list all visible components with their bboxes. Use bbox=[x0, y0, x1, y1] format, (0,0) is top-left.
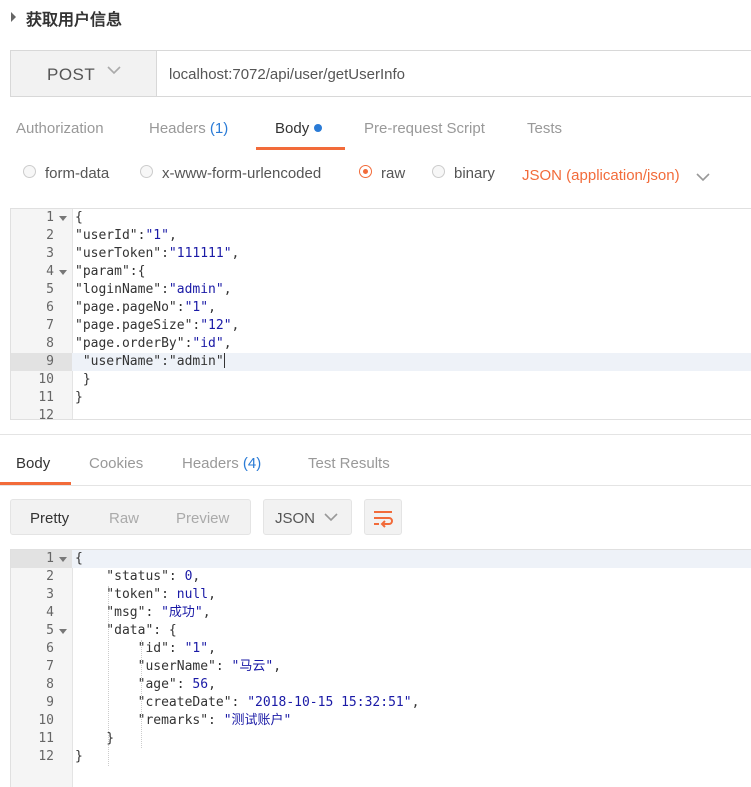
chevron-down-icon[interactable] bbox=[696, 170, 710, 184]
response-view-toggle: Pretty Raw Preview bbox=[10, 499, 251, 535]
code-line: 6 "page.pageNo":"1", bbox=[46, 300, 216, 315]
method-select[interactable]: POST bbox=[11, 51, 157, 96]
divider bbox=[0, 434, 751, 435]
code-line: 7 "page.pageSize":"12", bbox=[46, 318, 240, 333]
tab-response-body[interactable]: Body bbox=[16, 445, 50, 483]
request-title-row[interactable]: 获取用户信息 bbox=[0, 0, 751, 34]
method-label: POST bbox=[47, 65, 96, 84]
tab-count: (1) bbox=[209, 120, 229, 137]
radio-circle bbox=[140, 165, 153, 178]
radio-circle bbox=[23, 165, 36, 178]
view-raw-button[interactable]: Raw bbox=[109, 510, 139, 527]
tab-authorization[interactable]: Authorization bbox=[16, 110, 104, 148]
request-name: 获取用户信息 bbox=[26, 12, 123, 29]
code-line: 9 "createDate": "2018-10-15 15:32:51", bbox=[46, 695, 420, 710]
code-line: 5 "data": { bbox=[46, 623, 177, 638]
code-line: 7 "userName": "马云", bbox=[46, 659, 282, 674]
code-line: 11} bbox=[38, 390, 83, 405]
radio-label: raw bbox=[381, 165, 406, 182]
tab-body[interactable]: Body bbox=[275, 110, 323, 148]
fold-arrow-icon[interactable] bbox=[59, 270, 67, 275]
radio-circle bbox=[432, 165, 445, 178]
tab-label: Headers bbox=[149, 120, 206, 137]
url-bar: POST localhost:7072/api/user/getUserInfo bbox=[10, 50, 751, 97]
collapse-caret-icon[interactable] bbox=[11, 12, 16, 22]
code-line: 8 "age": 56, bbox=[46, 677, 216, 692]
code-line: 1{ bbox=[46, 210, 83, 225]
active-tab-underline bbox=[256, 147, 345, 150]
divider bbox=[0, 485, 751, 486]
view-preview-button[interactable]: Preview bbox=[176, 510, 229, 527]
tab-label: Headers bbox=[182, 455, 239, 472]
tab-label: Authorization bbox=[16, 120, 104, 137]
code-line-active: 9 "userName":"admin" bbox=[11, 353, 751, 371]
tab-test-results[interactable]: Test Results bbox=[308, 445, 390, 483]
wrap-lines-button[interactable] bbox=[364, 499, 402, 535]
tab-headers[interactable]: Headers (1) bbox=[149, 110, 228, 148]
response-tabs: Body Cookies Headers (4) Test Results bbox=[0, 445, 751, 485]
code-line: 12} bbox=[38, 749, 83, 764]
response-body-viewer[interactable]: 1{ 2 "status": 0, 3 "token": null, 4 "ms… bbox=[10, 549, 751, 787]
tab-label: Body bbox=[16, 455, 51, 472]
format-label: JSON bbox=[275, 510, 316, 527]
tab-tests[interactable]: Tests bbox=[527, 110, 562, 148]
request-body-editor[interactable]: 1{ 2 "userId":"1", 3 "userToken":"111111",… bbox=[10, 208, 751, 420]
code-line: 4 "param":{ bbox=[46, 264, 146, 279]
radio-label: binary bbox=[454, 165, 495, 182]
tab-label: Cookies bbox=[89, 455, 144, 472]
tab-label: Pre-request Script bbox=[364, 120, 485, 137]
code-line-active: 1{ bbox=[11, 550, 751, 568]
code-line: 11 } bbox=[38, 731, 115, 746]
modified-dot-icon bbox=[314, 124, 323, 132]
request-tabs: Authorization Headers (1) Body Pre-reque… bbox=[0, 110, 751, 150]
chevron-down-icon bbox=[324, 513, 338, 522]
url-text: localhost:7072/api/user/getUserInfo bbox=[169, 66, 405, 83]
code-line: 10 } bbox=[38, 372, 91, 387]
response-format-select[interactable]: JSON bbox=[263, 499, 352, 535]
fold-arrow-icon[interactable] bbox=[59, 629, 67, 634]
fold-arrow-icon[interactable] bbox=[59, 557, 67, 562]
tab-cookies[interactable]: Cookies bbox=[89, 445, 143, 483]
code-line: 3 "token": null, bbox=[46, 587, 216, 602]
tab-label: Body bbox=[275, 120, 310, 137]
tab-response-headers[interactable]: Headers (4) bbox=[182, 445, 261, 483]
tab-count: (4) bbox=[242, 455, 262, 472]
wrap-lines-icon bbox=[374, 511, 393, 528]
code-line: 8 "page.orderBy":"id", bbox=[46, 336, 232, 351]
code-line: 6 "id": "1", bbox=[46, 641, 216, 656]
view-pretty-button[interactable]: Pretty bbox=[30, 510, 69, 527]
tab-label: Test Results bbox=[308, 455, 390, 472]
code-line: 10 "remarks": "测试账户" bbox=[38, 713, 292, 728]
code-line: 2 "status": 0, bbox=[46, 569, 201, 584]
code-line: 12 bbox=[38, 408, 54, 420]
code-line: 5 "loginName":"admin", bbox=[46, 282, 232, 297]
content-type-select[interactable]: JSON (application/json) bbox=[522, 167, 680, 184]
tab-pre-request-script[interactable]: Pre-request Script bbox=[364, 110, 485, 148]
text-cursor bbox=[223, 353, 225, 368]
radio-label: form-data bbox=[45, 165, 110, 182]
code-line: 3 "userToken":"111111", bbox=[46, 246, 240, 261]
radio-circle bbox=[359, 165, 372, 178]
chevron-down-icon bbox=[107, 66, 121, 75]
tab-label: Tests bbox=[527, 120, 563, 137]
fold-arrow-icon[interactable] bbox=[59, 216, 67, 221]
code-line: 4 "msg": "成功", bbox=[46, 605, 211, 620]
code-line: 2 "userId":"1", bbox=[46, 228, 177, 243]
radio-label: x-www-form-urlencoded bbox=[162, 165, 322, 182]
